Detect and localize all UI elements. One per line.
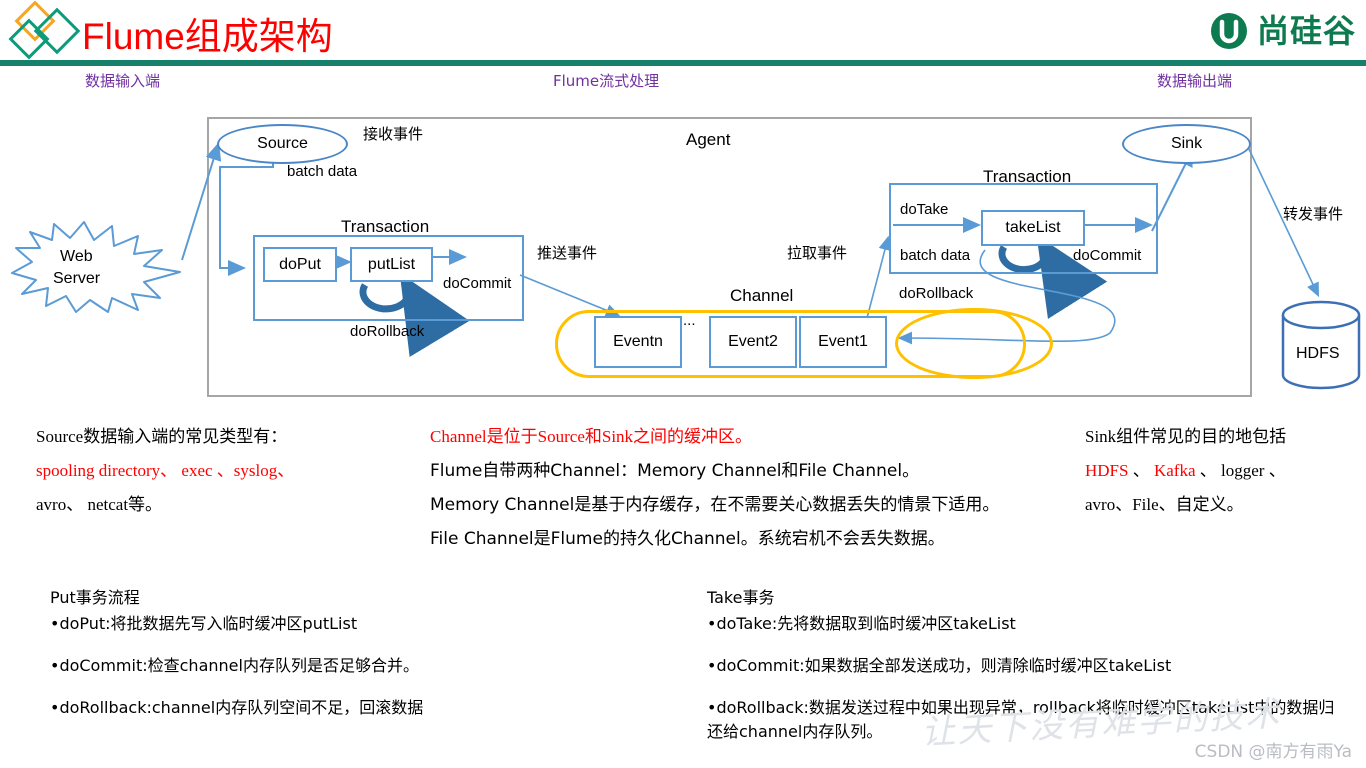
page-title: Flume组成架构	[82, 16, 333, 57]
source-node[interactable]: Source	[217, 124, 348, 164]
transaction-left-label: Transaction	[341, 217, 430, 236]
do-commit-right-label: doCommit	[1073, 247, 1142, 264]
do-rollback-left-label: doRollback	[350, 323, 425, 340]
batch-data-left-label: batch data	[287, 163, 358, 180]
batch-data-right-label: batch data	[900, 247, 971, 264]
put-flow-item-2: •doCommit:检查channel内存队列是否足够合并。	[50, 656, 419, 675]
do-put-box[interactable]: doPut	[263, 247, 337, 282]
event-box-n[interactable]: Eventn	[594, 316, 682, 368]
channel-overflow-ellipse	[895, 308, 1053, 379]
brand-logo: 尚硅谷	[1209, 10, 1356, 52]
hdfs-label: HDFS	[1296, 345, 1340, 362]
slide-canvas: Flume组成架构 尚硅谷 数据输入端 Flume流式处理 数据输出端 Agen…	[0, 0, 1366, 768]
event-box-2[interactable]: Event2	[709, 316, 797, 368]
put-flow-item-3: •doRollback:channel内存队列空间不足，回滚数据	[50, 698, 424, 717]
heading-data-output: 数据输出端	[1157, 72, 1233, 90]
csdn-watermark: CSDN @南方有雨Ya	[1194, 742, 1352, 762]
hdfs-node[interactable]: HDFS	[1281, 300, 1361, 390]
sink-node[interactable]: Sink	[1122, 124, 1251, 164]
sink-dest-hdfs: HDFS	[1085, 461, 1129, 480]
event-1-label: Event1	[818, 333, 868, 350]
web-server-label-line2: Server	[53, 270, 101, 287]
put-list-label: putList	[367, 255, 416, 273]
source-label: Source	[257, 135, 308, 152]
put-flow-title: Put事务流程	[50, 588, 140, 607]
event-box-1[interactable]: Event1	[799, 316, 887, 368]
put-flow-block: Put事务流程 •doPut:将批数据先写入临时缓冲区putList •doCo…	[50, 584, 670, 718]
web-server-label-line1: Web	[60, 248, 93, 265]
do-take-label: doTake	[900, 201, 949, 218]
receive-event-label: 接收事件	[363, 125, 424, 143]
web-server-node: Web Server	[8, 220, 183, 315]
take-list-box[interactable]: takeList	[981, 210, 1085, 246]
slide-header: Flume组成架构 尚硅谷	[0, 0, 1366, 62]
take-list-label: takeList	[1005, 219, 1061, 236]
events-ellipsis: ...	[683, 312, 696, 329]
sink-label: Sink	[1170, 135, 1203, 152]
header-divider	[0, 60, 1366, 66]
flume-architecture-diagram: Agent Web Server Source Sink 接收事件 batch …	[0, 105, 1366, 405]
do-put-label: doPut	[279, 255, 321, 273]
channel-notes-block: Channel是位于Source和Sink之间的缓冲区。 Flume自带两种Ch…	[430, 420, 1070, 556]
take-flow-item-2: •doCommit:如果数据全部发送成功，则清除临时缓冲区takeList	[707, 656, 1172, 675]
do-commit-left-label: doCommit	[443, 275, 512, 292]
forward-event-label: 转发事件	[1283, 205, 1344, 223]
put-flow-item-1: •doPut:将批数据先写入临时缓冲区putList	[50, 614, 358, 633]
sink-dest-kafka: Kafka	[1153, 461, 1196, 480]
sink-sep-3: 、	[1264, 461, 1286, 480]
pull-event-label: 拉取事件	[787, 244, 848, 262]
channel-label: Channel	[730, 286, 794, 305]
source-note-line-1: Source数据输入端的常见类型有：	[36, 427, 288, 446]
sink-note-line-3: avro、File、自定义。	[1085, 495, 1244, 514]
heading-data-input: 数据输入端	[85, 72, 161, 90]
diamonds-logo-icon	[6, 0, 84, 60]
channel-note-line-3: Memory Channel是基于内存缓存，在不需要关心数据丢失的情景下适用。	[430, 495, 1000, 515]
brand-name: 尚硅谷	[1256, 12, 1356, 50]
atguigu-u-icon	[1209, 11, 1249, 51]
sink-dest-logger: logger	[1221, 461, 1265, 480]
push-event-label: 推送事件	[537, 244, 598, 262]
put-list-box[interactable]: putList	[350, 247, 433, 282]
sink-notes-block: Sink组件常见的目的地包括 HDFS 、 Kafka 、 logger 、 a…	[1085, 420, 1365, 522]
source-notes-block: Source数据输入端的常见类型有： spooling directory、 e…	[36, 420, 426, 522]
take-flow-item-1: •doTake:先将数据取到临时缓冲区takeList	[707, 614, 1016, 633]
channel-note-line-1: Channel是位于Source和Sink之间的缓冲区。	[430, 427, 753, 446]
source-note-line-2: spooling directory、 exec 、syslog、	[36, 461, 295, 480]
source-note-line-3: avro、 netcat等。	[36, 495, 163, 514]
sink-sep-1: 、	[1128, 461, 1154, 480]
take-flow-title: Take事务	[707, 588, 775, 607]
event-2-label: Event2	[728, 333, 778, 350]
sink-note-line-1: Sink组件常见的目的地包括	[1085, 427, 1287, 446]
event-n-label: Eventn	[613, 333, 663, 350]
channel-note-line-4: File Channel是Flume的持久化Channel。系统宕机不会丢失数据…	[430, 529, 945, 549]
do-rollback-right-label: doRollback	[899, 285, 974, 302]
sink-note-line-2: HDFS 、 Kafka 、 logger 、	[1085, 454, 1365, 488]
sink-sep-2: 、	[1195, 461, 1221, 480]
heading-flume-stream: Flume流式处理	[553, 72, 660, 90]
channel-note-line-2: Flume自带两种Channel：Memory Channel和File Cha…	[430, 461, 920, 481]
